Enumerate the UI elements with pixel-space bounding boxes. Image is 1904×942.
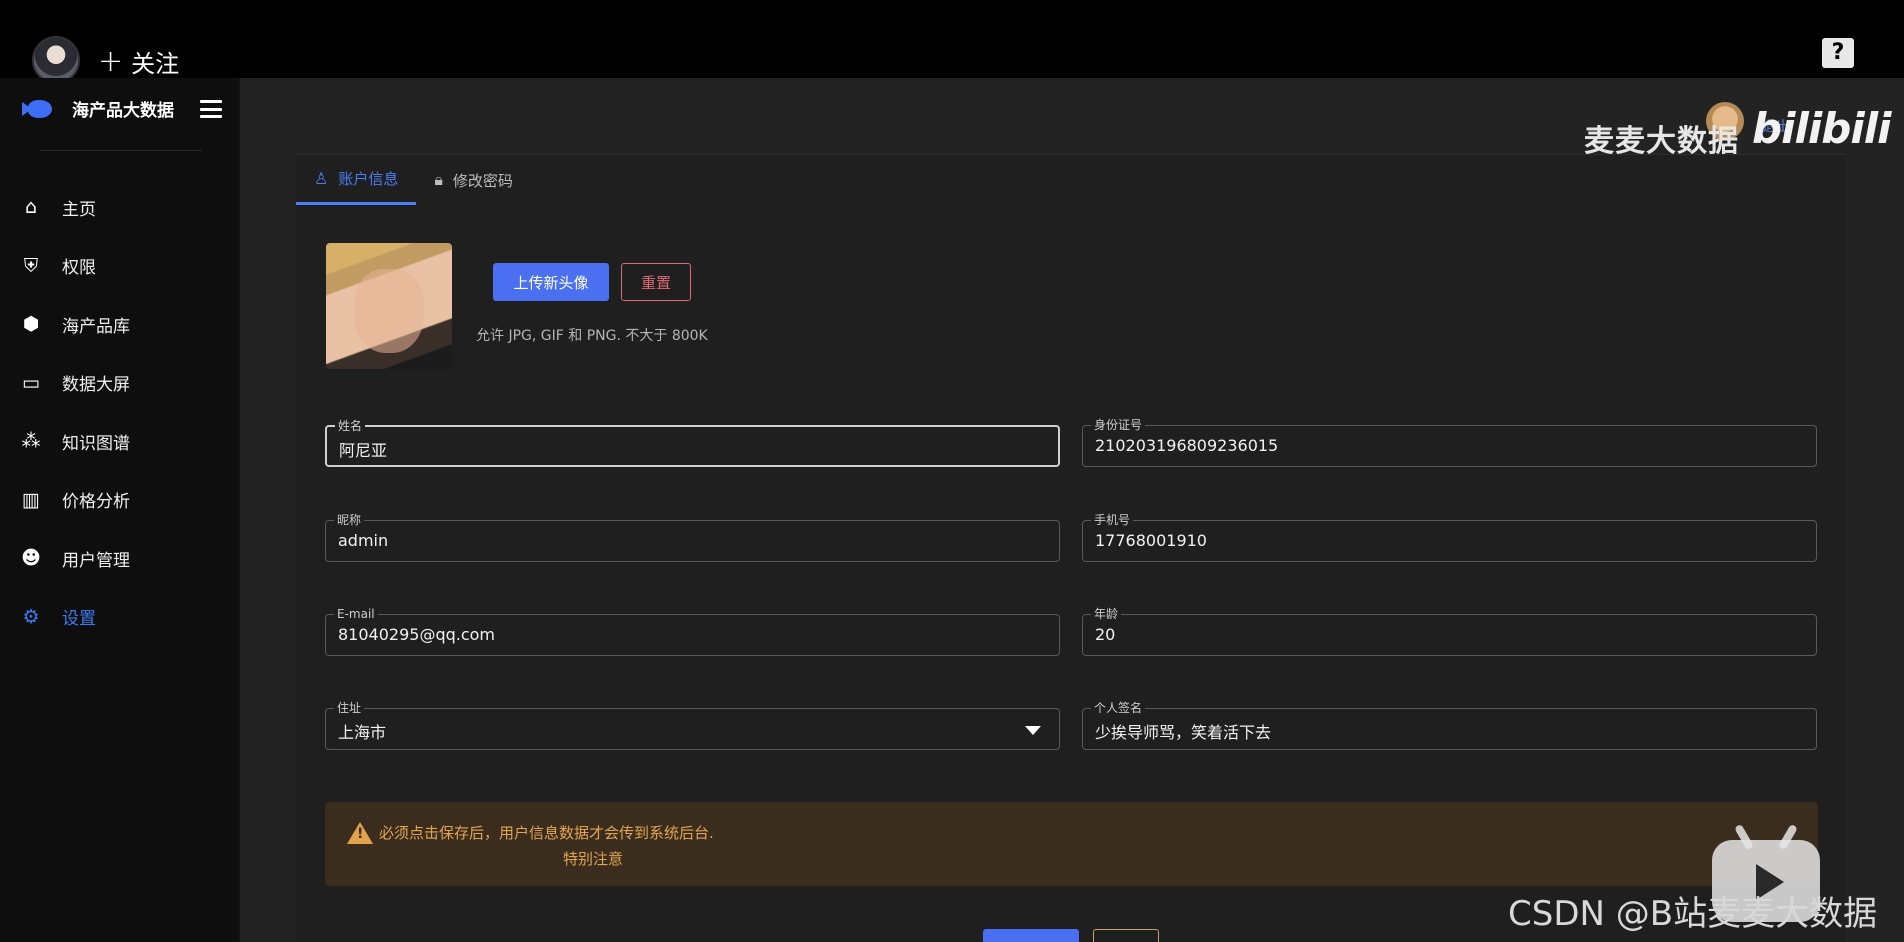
sidebar-item-label: 权限 [62, 258, 96, 279]
brand-name: 海产品大数据 [72, 101, 174, 121]
email-label: E-mail [334, 607, 378, 621]
sidebar: 海产品大数据 ⌂ 主页 ⛨ 权限 ⬢ 海产品库 ▭ 数据大屏 ⁂ 知识图谱 ▥ … [0, 78, 240, 942]
follow-label: 关注 [131, 50, 180, 78]
sidebar-item-label: 数据大屏 [62, 375, 130, 396]
sidebar-item-user-management[interactable]: ☻ 用户管理 [0, 529, 240, 588]
email-field[interactable]: E-mail 81040295@qq.com [325, 607, 1060, 656]
home-icon: ⌂ [24, 196, 38, 219]
brand[interactable]: 海产品大数据 [22, 96, 174, 121]
nickname-label: 昵称 [334, 513, 365, 527]
email-value: 81040295@qq.com [338, 625, 496, 644]
monitor-icon: ▭ [22, 371, 40, 394]
age-value: 20 [1095, 625, 1116, 644]
sidebar-item-settings[interactable]: ⚙ 设置 [0, 588, 240, 647]
chevron-down-icon[interactable] [1025, 726, 1041, 735]
gear-icon: ⚙ [22, 605, 40, 628]
sidebar-item-label: 设置 [62, 609, 96, 630]
account-settings-card: ♙ 账户信息 🔒︎ 修改密码 上传新头像 重置 允许 JPG, GIF 和 PN… [296, 154, 1846, 942]
alert-sub-message: 特别注意 [563, 850, 624, 868]
uploader-avatar[interactable] [32, 36, 80, 84]
corner-watermark: CSDN @B站麦麦大数据 [1508, 894, 1878, 934]
nickname-field[interactable]: 昵称 admin [325, 513, 1060, 562]
sidebar-item-label: 用户管理 [62, 550, 130, 571]
phone-field[interactable]: 手机号 17768001910 [1082, 513, 1817, 562]
id-number-value: 210203196809236015 [1095, 436, 1279, 455]
alert-message: 必须点击保存后，用户信息数据才会传到系统后台. [379, 824, 714, 842]
upload-hint: 允许 JPG, GIF 和 PNG. 不大于 800K [476, 328, 708, 344]
video-top-bar: + 关注 ? [0, 0, 1904, 84]
sidebar-item-label: 价格分析 [62, 492, 130, 513]
user-icon: ♙ [314, 169, 329, 188]
fish-logo-icon [22, 98, 58, 120]
save-button[interactable] [983, 929, 1079, 942]
follow-button[interactable]: + 关注 [98, 44, 179, 79]
phone-value: 17768001910 [1095, 531, 1207, 550]
sidebar-item-home[interactable]: ⌂ 主页 [0, 178, 240, 237]
cancel-button[interactable] [1093, 929, 1159, 942]
bar-chart-icon: ▥ [22, 488, 40, 511]
tab-change-password[interactable]: 🔒︎ 修改密码 [416, 155, 531, 205]
tab-account-info[interactable]: ♙ 账户信息 [296, 155, 417, 205]
help-icon[interactable]: ? [1822, 38, 1854, 68]
signature-field[interactable]: 个人签名 少挨导师骂，笑着活下去 [1082, 701, 1817, 750]
name-value: 阿尼亚 [339, 441, 388, 460]
sidebar-item-dashboard[interactable]: ▭ 数据大屏 [0, 354, 240, 413]
reset-avatar-button[interactable]: 重置 [621, 263, 691, 301]
bilibili-logo: bilibili [1752, 104, 1892, 153]
plus-icon: + [98, 43, 124, 79]
sidebar-item-knowledge-graph[interactable]: ⁂ 知识图谱 [0, 412, 240, 471]
nickname-value: admin [338, 531, 389, 550]
age-label: 年龄 [1091, 607, 1122, 621]
sidebar-item-label: 海产品库 [62, 316, 130, 337]
id-number-label: 身份证号 [1091, 418, 1146, 432]
signature-value: 少挨导师骂，笑着活下去 [1095, 723, 1272, 742]
users-icon: ☻ [21, 547, 41, 570]
sidebar-item-label: 主页 [62, 199, 96, 220]
profile-photo [326, 243, 452, 369]
sidebar-item-label: 知识图谱 [62, 433, 130, 454]
age-field[interactable]: 年龄 20 [1082, 607, 1817, 656]
brand-divider [40, 150, 202, 151]
shield-icon: ⛨ [23, 254, 39, 277]
tab-label: 账户信息 [338, 170, 399, 188]
settings-tabs: ♙ 账户信息 🔒︎ 修改密码 [296, 155, 531, 205]
upload-avatar-button[interactable]: 上传新头像 [493, 263, 609, 301]
warning-alert: 必须点击保存后，用户信息数据才会传到系统后台. 特别注意 [325, 802, 1818, 886]
signature-label: 个人签名 [1091, 701, 1146, 715]
address-value: 上海市 [338, 723, 387, 742]
address-label: 住址 [334, 701, 365, 715]
address-select[interactable]: 住址 上海市 [325, 701, 1060, 750]
warning-icon [347, 822, 373, 846]
sidebar-item-price-analysis[interactable]: ▥ 价格分析 [0, 471, 240, 530]
lock-icon: 🔒︎ [434, 170, 443, 189]
tab-label: 修改密码 [452, 171, 513, 190]
hamburger-menu-icon[interactable] [200, 100, 222, 118]
sidebar-item-permissions[interactable]: ⛨ 权限 [0, 237, 240, 296]
phone-label: 手机号 [1091, 513, 1134, 527]
id-number-field[interactable]: 身份证号 210203196809236015 [1082, 418, 1817, 467]
sidebar-item-seafood-library[interactable]: ⬢ 海产品库 [0, 295, 240, 354]
sidebar-nav: ⌂ 主页 ⛨ 权限 ⬢ 海产品库 ▭ 数据大屏 ⁂ 知识图谱 ▥ 价格分析 ☻ … [0, 178, 240, 646]
name-field[interactable]: 姓名 阿尼亚 [325, 419, 1060, 467]
name-label: 姓名 [335, 419, 366, 433]
graph-icon: ⁂ [21, 430, 41, 453]
box-icon: ⬢ [22, 313, 40, 336]
